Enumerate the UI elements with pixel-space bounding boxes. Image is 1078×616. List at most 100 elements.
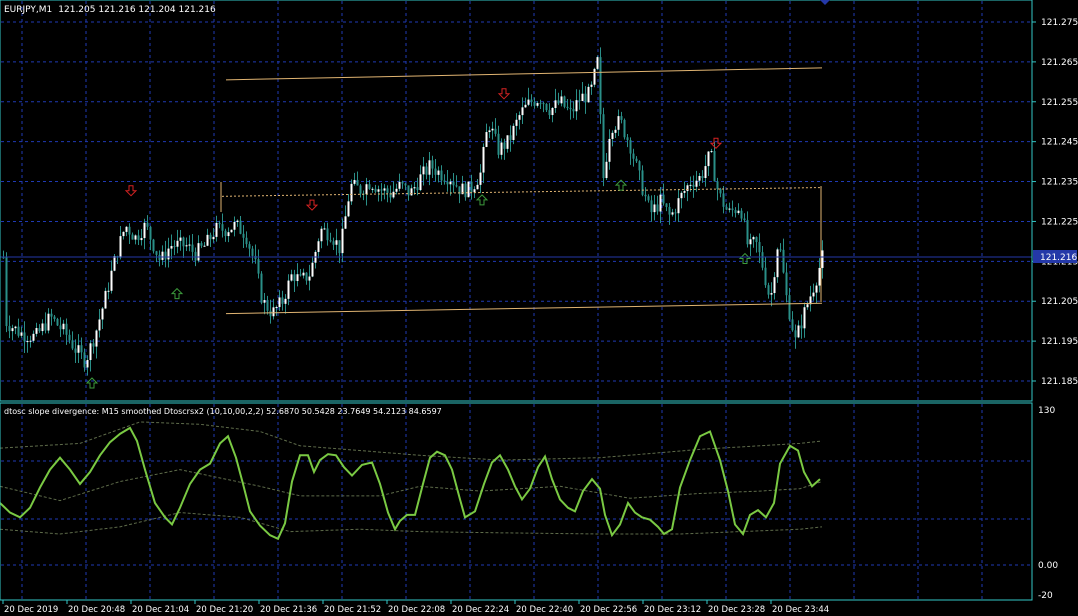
candle-body [773,277,776,294]
candle-body [413,187,416,189]
indicator-title: dtosc slope divergence: M15 smoothed Dto… [4,407,442,416]
candle-body [239,220,242,234]
candle-body [380,189,383,191]
candle-body [665,203,668,208]
time-label: 20 Dec 21:52 [324,605,381,615]
candle-body [452,181,455,186]
candle-body [719,189,722,194]
candle-body [215,222,218,237]
candle-body [77,345,80,353]
candle-body [749,239,752,245]
candle-body [371,188,374,190]
candle-body [89,343,92,361]
candle-body [716,181,719,190]
candle-body [191,244,194,252]
candle-body [605,161,608,179]
candle-body [545,103,548,111]
candle-body [662,194,665,204]
candle-body [590,84,593,87]
candle-body [440,170,443,181]
candle-body [620,116,623,120]
candle-body [275,307,278,309]
candle-body [254,255,257,260]
candle-body [251,248,254,256]
candle-body [536,103,539,106]
candle-body [86,360,89,368]
candle-body [785,272,788,296]
candle-body [656,204,659,212]
candle-body [608,138,611,162]
candle-body [710,151,713,153]
candle-body [200,243,203,246]
candle-body [44,323,47,331]
candle-body [599,57,602,115]
candle-body [446,181,449,185]
time-label: 20 Dec 23:12 [644,605,701,615]
candle-body [65,323,68,335]
time-label: 20 Dec 22:08 [388,605,445,615]
candle-body [341,228,344,254]
candle-body [476,184,479,190]
candle-body [551,107,554,116]
candle-body [683,191,686,193]
candle-body [137,235,140,241]
candle-body [56,318,59,326]
candle-body [437,170,440,175]
candle-body [230,229,233,233]
price-tick-label: 121.275 [1041,18,1078,28]
candle-body [659,194,662,212]
candle-body [233,221,236,230]
candle-body [671,212,674,215]
candle-body [431,160,434,169]
candle-body [428,160,431,175]
candle-body [623,119,626,138]
candle-body [335,240,338,245]
candle-body [713,151,716,182]
candle-body [5,257,8,327]
candle-body [353,179,356,184]
time-label: 20 Dec 23:44 [772,605,829,615]
time-label: 20 Dec 21:36 [260,605,317,615]
candle-body [557,100,560,104]
candle-body [38,328,41,332]
candle-body [164,251,167,260]
candle-body [746,220,749,245]
candle-body [689,184,692,186]
candle-body [467,181,470,198]
candle-body [20,332,23,336]
candle-body [422,166,425,175]
candle-body [212,236,215,240]
candle-body [377,189,380,192]
candle-body [344,216,347,229]
candle-body [704,166,707,179]
candle-body [23,332,26,342]
candle-body [677,198,680,214]
candle-body [701,176,704,179]
candle-body [449,181,452,185]
candle-body [236,220,239,222]
time-label: 20 Dec 21:04 [132,605,189,615]
candle-body [188,244,191,246]
candle-body [257,259,260,274]
candle-body [779,249,782,251]
candle-body [206,234,209,246]
chart-window[interactable]: EURJPY,M1 121.205 121.216 121.204 121.216… [0,0,1078,616]
candle-body [368,184,371,189]
time-label: 20 Dec 22:24 [452,605,509,615]
candle-body [512,125,515,140]
candle-body [386,188,389,193]
candle-body [533,101,536,106]
candle-body [527,99,530,105]
candle-body [698,176,701,181]
candle-body [101,308,104,320]
candle-body [242,233,245,238]
candle-body [401,181,404,184]
candle-body [563,96,566,107]
candle-body [641,170,644,195]
candle-body [530,99,533,102]
candle-body [581,93,584,102]
candle-body [425,166,428,175]
candle-body [227,232,230,237]
candle-body [569,107,572,110]
candle-body [323,228,326,230]
